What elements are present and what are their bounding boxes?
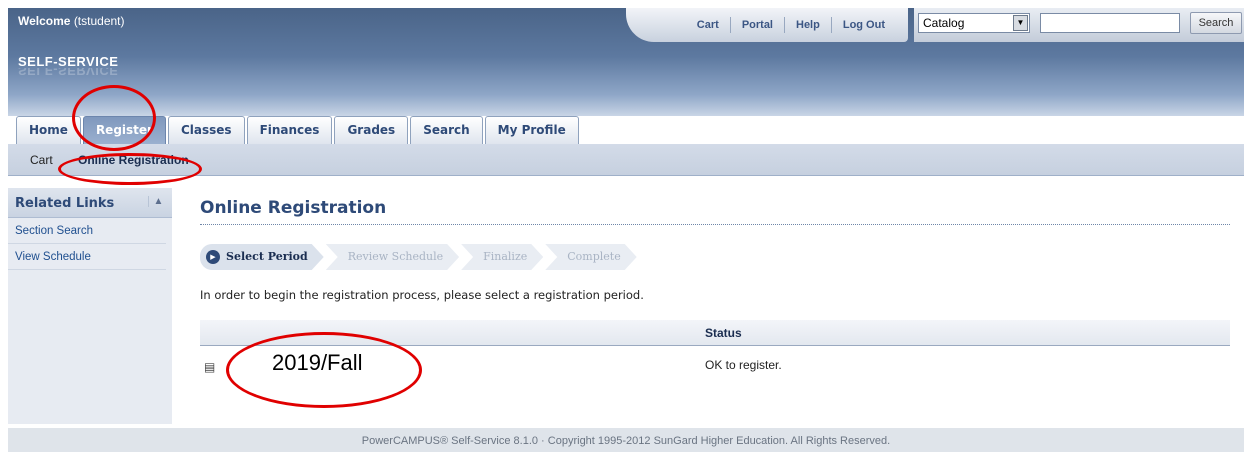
welcome-label: Welcome: [18, 14, 71, 28]
step-label: Select Period: [226, 250, 308, 263]
document-icon[interactable]: ▤: [204, 360, 215, 374]
registration-steps: ▶ Select Period Review Schedule Finalize…: [200, 244, 639, 270]
main-tabs: Home Register Classes Finances Grades Se…: [16, 116, 581, 144]
instruction-text: In order to begin the registration proce…: [200, 288, 644, 302]
welcome-user: (tstudent): [73, 14, 125, 28]
catalog-select[interactable]: Catalog ▼: [918, 13, 1030, 33]
chevron-down-icon[interactable]: ▼: [1013, 15, 1028, 31]
divider: [200, 224, 1230, 225]
sub-navigation: Cart Online Registration: [8, 144, 1244, 176]
logout-link[interactable]: Log Out: [832, 19, 896, 31]
tab-my-profile[interactable]: My Profile: [484, 116, 579, 144]
app-title-reflection: SELF-SERVICE: [18, 68, 119, 78]
step-select-period: ▶ Select Period: [200, 244, 324, 270]
step-finalize: Finalize: [461, 244, 543, 270]
collapse-icon[interactable]: ▲: [148, 196, 168, 207]
tab-finances[interactable]: Finances: [246, 116, 333, 144]
sidebar-title: Related Links: [15, 196, 115, 211]
tab-register[interactable]: Register: [82, 116, 166, 144]
search-button[interactable]: Search: [1190, 12, 1242, 34]
subnav-item-cart[interactable]: Cart: [30, 153, 53, 167]
table-row[interactable]: ▤ 2019/Fall OK to register.: [200, 350, 1230, 380]
cart-link[interactable]: Cart: [686, 19, 730, 31]
help-link[interactable]: Help: [785, 19, 831, 31]
sidebar-item-view-schedule[interactable]: View Schedule: [8, 244, 166, 270]
tab-home[interactable]: Home: [16, 116, 81, 144]
period-link[interactable]: 2019/Fall: [272, 350, 363, 376]
status-text: OK to register.: [705, 358, 782, 372]
page-title: Online Registration: [200, 198, 387, 218]
periods-table-header: Status: [200, 320, 1230, 346]
top-links: Cart Portal Help Log Out: [626, 8, 908, 42]
search-area: Catalog ▼ Search: [914, 8, 1244, 42]
status-column-header: Status: [705, 326, 742, 340]
app-title: SELF-SERVICE: [18, 54, 119, 69]
sidebar-item-section-search[interactable]: Section Search: [8, 218, 166, 244]
subnav-item-online-registration[interactable]: Online Registration: [78, 153, 189, 167]
search-input[interactable]: [1040, 13, 1180, 33]
tab-classes[interactable]: Classes: [167, 116, 245, 144]
tab-grades[interactable]: Grades: [334, 116, 409, 144]
portal-link[interactable]: Portal: [731, 19, 784, 31]
play-icon: ▶: [206, 250, 220, 264]
related-links-sidebar: Related Links ▲ Section Search View Sche…: [8, 188, 172, 424]
page-header: Welcome (tstudent) SELF-SERVICE SELF-SER…: [8, 8, 1244, 116]
step-complete: Complete: [545, 244, 636, 270]
welcome-text: Welcome (tstudent): [18, 14, 125, 28]
catalog-select-value: Catalog: [923, 16, 965, 30]
step-review-schedule: Review Schedule: [326, 244, 459, 270]
footer: PowerCAMPUS® Self-Service 8.1.0 · Copyri…: [8, 428, 1244, 452]
sidebar-header: Related Links ▲: [8, 188, 172, 218]
tab-search[interactable]: Search: [410, 116, 483, 144]
